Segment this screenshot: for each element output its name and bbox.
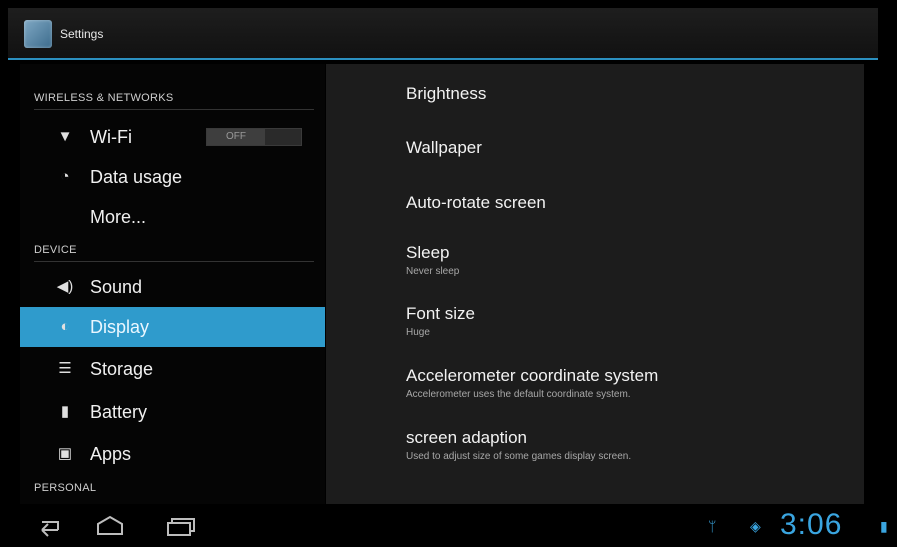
sidebar-item-display[interactable]: ◐ Display [20,307,325,347]
pref-title: Font size [406,304,475,323]
pref-brightness[interactable]: Brightness [406,84,486,104]
sidebar-item-label: More... [90,207,147,227]
wifi-toggle-switch[interactable]: OFF [206,128,302,146]
sidebar-item-storage[interactable]: ☰ Storage [20,349,325,389]
sidebar-item-label: Display [90,317,150,337]
home-button[interactable] [90,512,130,540]
sidebar-item-label: Storage [90,359,154,379]
sidebar-item-label: Wi-Fi [90,127,132,147]
wifi-toggle-state: OFF [207,129,265,145]
pref-summary: Huge [406,327,430,338]
sidebar-item-more[interactable]: More... [20,197,325,237]
pref-summary: Never sleep [406,266,460,277]
back-icon [41,521,59,537]
sidebar-item-sound[interactable]: ◀) Sound [20,267,325,307]
section-header-device: DEVICE [34,244,77,256]
pref-title: Sleep [406,243,450,262]
sidebar-item-label: Battery [90,402,148,422]
section-divider [34,109,314,110]
usb-debug-icon: ᛘ [708,518,717,534]
pref-title: Brightness [406,84,487,103]
display-icon: ◐ [60,318,70,335]
section-header-personal: PERSONAL [34,482,97,494]
recent-apps-button[interactable] [160,512,200,540]
pref-title: Accelerometer coordinate system [406,366,659,385]
sidebar-item-label: Data usage [90,167,183,187]
wifi-icon: ▼ [57,128,73,145]
pref-accelerometer[interactable]: Accelerometer coordinate system Accelero… [406,366,658,400]
pref-title: Wallpaper [406,138,482,157]
apps-icon: ▣ [57,445,73,462]
pref-auto-rotate[interactable]: Auto-rotate screen [406,193,546,213]
tablet-screen: Settings WIRELESS & NETWORKS ▼ Wi-Fi OFF… [0,0,897,547]
back-button[interactable] [28,512,68,540]
notification-icon: ◈ [750,518,761,534]
action-bar: Settings [8,8,878,60]
home-icon [97,515,123,535]
status-clock: 3:06 [780,508,843,541]
sidebar-item-battery[interactable]: ▮ Battery [20,392,325,432]
pref-summary: Used to adjust size of some games displa… [406,451,632,462]
pref-title: Auto-rotate screen [406,193,546,212]
recent-apps-icon [167,518,195,536]
sound-icon: ◀) [56,278,74,295]
battery-status-icon: ▮ [880,518,888,534]
storage-icon: ☰ [58,360,72,377]
sidebar-item-data-usage[interactable]: ◔ Data usage [20,157,325,197]
battery-icon: ▮ [60,403,70,420]
pref-summary: Accelerometer uses the default coordinat… [406,389,631,400]
pref-sleep[interactable]: Sleep Never sleep [406,243,459,277]
system-nav-bar: ᛘ ◈ 3:06 ▮ [0,506,897,547]
sidebar-item-label: Sound [90,277,143,297]
section-header-wireless: WIRELESS & NETWORKS [34,92,174,104]
settings-app-icon[interactable] [24,20,52,48]
sidebar-item-label: Apps [90,444,132,464]
pref-font-size[interactable]: Font size Huge [406,304,475,338]
pref-screen-adaption[interactable]: screen adaption Used to adjust size of s… [406,428,631,462]
data-usage-icon: ◔ [60,168,70,185]
sidebar-item-apps[interactable]: ▣ Apps [20,434,325,474]
section-divider [34,261,314,262]
pref-wallpaper[interactable]: Wallpaper [406,138,482,158]
pref-title: screen adaption [406,428,527,447]
app-title: Settings [60,27,104,41]
